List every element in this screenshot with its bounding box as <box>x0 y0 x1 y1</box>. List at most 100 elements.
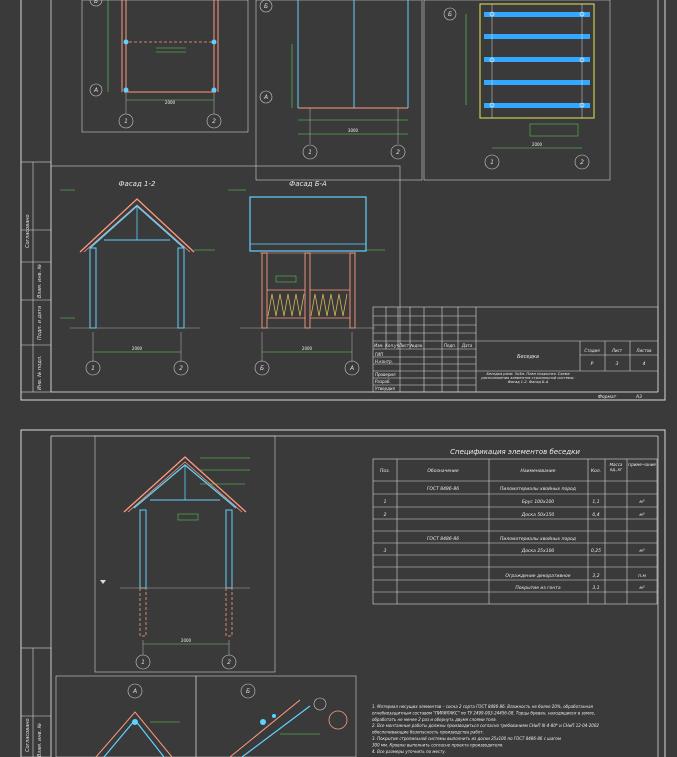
spec-header-cell: Обозначение <box>427 468 458 474</box>
grid-axis-label: Б <box>94 0 98 5</box>
spec-cell: м² <box>639 586 644 591</box>
grid-axis-label: А <box>263 94 268 101</box>
grid-axis-label: 2 <box>212 118 216 125</box>
spec-cell: ГОСТ 8486-86 <box>427 536 459 542</box>
node-detail-frame <box>55 675 197 757</box>
spec-header-cell: Масса ед.,кг <box>609 463 623 472</box>
section-drawing <box>100 456 250 670</box>
note-line: обеспечивающие безопасность производства… <box>372 730 484 735</box>
spec-cell: 1,1 <box>592 499 599 505</box>
side-stamp-label: Подп. и дата <box>37 306 43 340</box>
grid-axis-label: 2 <box>179 365 183 372</box>
grid-axis-label: Б <box>448 11 452 18</box>
dimension-label: 3000 <box>348 128 359 133</box>
facade-title: Фасад Б-А <box>289 180 327 188</box>
node-detail-frame <box>195 675 357 757</box>
spec-table-body: ГОСТ 8486-86 Пиломатериалы хвойных пород 1… <box>384 486 647 591</box>
title-block-role: Н.контр. <box>375 359 393 364</box>
spec-cell: Доска 25х100 <box>521 548 555 554</box>
grid-axis-label: 2 <box>580 159 584 166</box>
spec-cell: ГОСТ 8486-86 <box>427 486 459 492</box>
dimension-label: 2000 <box>165 100 176 105</box>
plan-roof-view <box>423 0 611 181</box>
title-block-cell: Подп. <box>444 343 456 348</box>
grid-axis-label: 1 <box>141 659 145 666</box>
dimension-label: 2000 <box>181 638 192 643</box>
grid-axis-label: А <box>349 365 354 372</box>
grid-axis-label: 1 <box>490 159 494 166</box>
title-block-role: Утвердил <box>375 386 395 391</box>
side-stamp-label: Согласовано <box>25 718 31 752</box>
sheet-1-side-stamp <box>20 161 52 393</box>
side-stamp-label: Согласовано <box>25 214 31 248</box>
spec-cell: Пиломатериалы хвойных пород <box>500 536 576 542</box>
spec-cell: Доска 50х150 <box>521 512 555 518</box>
spec-cell: 3 <box>384 548 387 554</box>
spec-cell: м³ <box>639 499 644 505</box>
note-line: огнебиозащитным составом "ПИРИЛАКС" по Т… <box>372 710 595 715</box>
dimension-label: 2000 <box>132 346 143 351</box>
notes-block: 1. Материал несущих элементов – сосна 2 … <box>372 704 599 754</box>
spec-cell: Пиломатериалы хвойных пород <box>500 486 576 492</box>
spec-cell: 3,2 <box>592 573 599 579</box>
spec-cell: Ограждение декоративное <box>505 573 570 579</box>
title-block-cell: Лист <box>398 343 410 348</box>
stage-value: 3 <box>616 361 619 367</box>
spec-cell: п.м <box>638 574 646 579</box>
title-block-cell: Дата <box>461 343 473 348</box>
note-line: 300 мм. Кровлю выполнить согласно проект… <box>372 742 504 747</box>
dimension-label: 2000 <box>302 346 313 351</box>
spec-cell: 3,1 <box>592 585 599 591</box>
stage-value: Р <box>591 361 594 367</box>
sheet-2: Согласовано Взам. инв. № 1 2 2000 А Б Сп… <box>20 429 666 757</box>
title-block-role: ГИП <box>375 352 383 357</box>
grid-axis-label: 1 <box>91 365 95 372</box>
note-line: обработать не менее 2 раз и обернуть дву… <box>372 717 497 722</box>
stage-header: Лист <box>611 348 623 353</box>
spec-cell: 2 <box>384 512 387 518</box>
grid-axis-label: А <box>93 87 98 94</box>
spec-cell: Покрытие из гонта <box>515 585 560 591</box>
side-stamp-label: Инв. № подл. <box>37 356 43 391</box>
dimension-label: 2000 <box>532 142 543 147</box>
side-stamp-label: Взам. инв. № <box>37 264 43 298</box>
drawing-canvas: Согласовано Взам. инв. № Подп. и дата Ин… <box>20 0 666 757</box>
spec-table-grid <box>372 458 658 605</box>
stage-header: Стадия <box>584 348 600 353</box>
spec-cell: м³ <box>639 512 644 518</box>
grid-axis-label: Б <box>246 688 250 695</box>
grid-axis-label: 2 <box>227 659 231 666</box>
grid-axis-label: Б <box>260 365 264 372</box>
spec-table-header: Поз. Обозначение Наименование Кол. Масса… <box>380 463 656 474</box>
spec-cell: 0,4 <box>592 512 599 518</box>
spec-header-cell: Кол. <box>591 468 601 474</box>
title-block-role: Разраб. <box>375 379 391 384</box>
grid-axis-label: 1 <box>124 118 128 125</box>
note-line: 1. Материал несущих элементов – сосна 2 … <box>372 704 594 709</box>
spec-cell: м³ <box>639 548 644 554</box>
grid-axis-label: 1 <box>308 149 312 156</box>
spec-title: Спецификация элементов беседки <box>450 448 580 456</box>
grid-axis-label: Б <box>264 3 268 10</box>
spec-header-cell: Наименование <box>521 468 556 474</box>
side-stamp-label: Взам. инв. № <box>37 723 43 757</box>
spec-cell: 0,25 <box>591 548 601 554</box>
grid-axis-label: А <box>132 688 137 695</box>
sheet-1: Согласовано Взам. инв. № Подп. и дата Ин… <box>20 0 666 401</box>
title-block-cell: №док. <box>409 343 423 348</box>
title-block-cell: Кол.уч <box>385 343 399 348</box>
title-block-cell: Изм. <box>374 343 383 348</box>
spec-cell: 1 <box>384 499 387 505</box>
format-value: А3 <box>635 394 642 400</box>
spec-cell: Брус 100х100 <box>522 499 554 505</box>
stage-header: Листов <box>636 348 653 353</box>
spec-header-cell: Приме-чание <box>628 463 656 467</box>
format-label: Формат <box>598 394 617 400</box>
plan-columns-view <box>81 0 249 133</box>
spec-header-cell: Поз. <box>380 468 390 474</box>
grid-axis-label: 2 <box>396 149 400 156</box>
note-line: 4. Все размеры уточнить по месту. <box>372 749 446 754</box>
stage-value: 4 <box>643 361 646 367</box>
facade-title: Фасад 1-2 <box>119 180 156 188</box>
note-line: 2. Все монтажные работы должны производи… <box>372 723 599 728</box>
